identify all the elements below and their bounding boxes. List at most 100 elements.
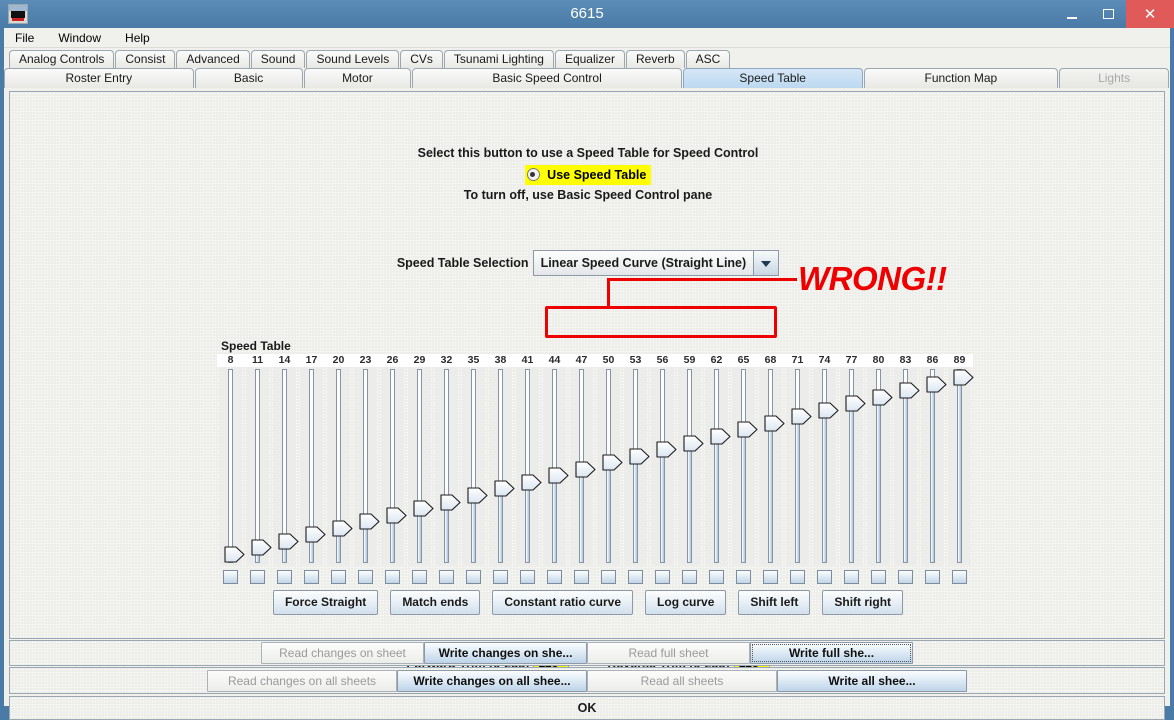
tab-basic[interactable]: Basic <box>195 68 303 88</box>
speed-step-checkbox[interactable] <box>466 570 481 584</box>
button-write-changes-on-all-shee[interactable]: Write changes on all shee... <box>397 670 587 692</box>
slider-thumb[interactable] <box>926 376 947 393</box>
slider-thumb[interactable] <box>305 526 326 543</box>
slider-thumb[interactable] <box>251 539 272 556</box>
button-write-all-shee[interactable]: Write all shee... <box>777 670 967 692</box>
speed-step-checkbox[interactable] <box>817 570 832 584</box>
slider-thumb[interactable] <box>494 480 515 497</box>
speed-step-checkbox[interactable] <box>412 570 427 584</box>
slider-thumb[interactable] <box>710 428 731 445</box>
speed-step-checkbox[interactable] <box>493 570 508 584</box>
slider-thumb[interactable] <box>278 533 299 550</box>
slider-thumb[interactable] <box>575 461 596 478</box>
tab-sound-levels[interactable]: Sound Levels <box>306 50 399 68</box>
tab-advanced[interactable]: Advanced <box>176 50 249 68</box>
slider-thumb[interactable] <box>953 369 974 386</box>
tab-reverb[interactable]: Reverb <box>626 50 685 68</box>
speed-step-checkbox[interactable] <box>898 570 913 584</box>
speed-table-selection-dropdown[interactable]: Linear Speed Curve (Straight Line) <box>533 250 780 276</box>
speed-step-checkbox[interactable] <box>844 570 859 584</box>
speed-step-checkbox[interactable] <box>250 570 265 584</box>
curve-button-log-curve[interactable]: Log curve <box>645 590 726 615</box>
speed-step-checkbox[interactable] <box>628 570 643 584</box>
maximize-button[interactable] <box>1090 0 1126 28</box>
slider-thumb[interactable] <box>737 421 758 438</box>
slider-thumb[interactable] <box>764 415 785 432</box>
slider-thumb[interactable] <box>386 507 407 524</box>
speed-step-checkbox[interactable] <box>358 570 373 584</box>
speed-step-checkbox[interactable] <box>655 570 670 584</box>
slider-thumb[interactable] <box>359 513 380 530</box>
slider-thumb[interactable] <box>656 441 677 458</box>
slider-thumb[interactable] <box>872 389 893 406</box>
tab-basic-speed-control[interactable]: Basic Speed Control <box>412 68 682 88</box>
speed-step-value-label: 50 <box>595 354 622 367</box>
tab-consist[interactable]: Consist <box>115 50 175 68</box>
slider-thumb[interactable] <box>845 395 866 412</box>
slider-thumb[interactable] <box>602 454 623 471</box>
speed-step-checkbox[interactable] <box>790 570 805 584</box>
close-icon[interactable]: ✕ <box>1126 0 1174 28</box>
use-speed-table-radio[interactable]: Use Speed Table <box>525 165 652 185</box>
button-write-full-she[interactable]: Write full she... <box>750 642 913 664</box>
slider-track[interactable] <box>255 369 260 563</box>
speed-step-checkbox[interactable] <box>736 570 751 584</box>
tab-analog-controls[interactable]: Analog Controls <box>9 50 114 68</box>
slider-thumb[interactable] <box>413 500 434 517</box>
speed-step-checkbox[interactable] <box>709 570 724 584</box>
speed-step-value-label: 68 <box>757 354 784 367</box>
speed-step-checkbox[interactable] <box>574 570 589 584</box>
curve-button-force-straight[interactable]: Force Straight <box>273 590 378 615</box>
slider-track[interactable] <box>228 369 233 563</box>
tab-asc[interactable]: ASC <box>686 50 731 68</box>
speed-step-column: 35 <box>460 354 487 590</box>
speed-step-checkbox[interactable] <box>277 570 292 584</box>
speed-step-checkbox[interactable] <box>871 570 886 584</box>
speed-step-checkbox[interactable] <box>952 570 967 584</box>
button-write-changes-on-she[interactable]: Write changes on she... <box>424 642 587 664</box>
minimize-button[interactable] <box>1054 0 1090 28</box>
speed-step-checkbox[interactable] <box>223 570 238 584</box>
tab-function-map[interactable]: Function Map <box>864 68 1059 88</box>
chevron-down-icon[interactable] <box>753 251 778 275</box>
curve-button-shift-left[interactable]: Shift left <box>738 590 810 615</box>
speed-step-checkbox[interactable] <box>763 570 778 584</box>
slider-thumb[interactable] <box>791 408 812 425</box>
slider-thumb[interactable] <box>467 487 488 504</box>
title-bar: 6615 ✕ <box>0 0 1174 28</box>
curve-button-shift-right[interactable]: Shift right <box>822 590 903 615</box>
slider-thumb[interactable] <box>683 435 704 452</box>
curve-button-constant-ratio-curve[interactable]: Constant ratio curve <box>492 590 633 615</box>
curve-button-match-ends[interactable]: Match ends <box>390 590 480 615</box>
tab-tsunami-lighting[interactable]: Tsunami Lighting <box>444 50 554 68</box>
slider-thumb[interactable] <box>224 546 245 563</box>
speed-step-checkbox[interactable] <box>682 570 697 584</box>
speed-step-checkbox[interactable] <box>304 570 319 584</box>
slider-thumb[interactable] <box>332 520 353 537</box>
speed-step-checkbox[interactable] <box>520 570 535 584</box>
speed-step-checkbox[interactable] <box>385 570 400 584</box>
tab-roster-entry[interactable]: Roster Entry <box>4 68 194 88</box>
button-read-changes-on-sheet: Read changes on sheet <box>261 642 424 664</box>
speed-step-checkbox[interactable] <box>601 570 616 584</box>
slider-thumb[interactable] <box>818 402 839 419</box>
speed-step-checkbox[interactable] <box>331 570 346 584</box>
slider-thumb[interactable] <box>548 467 569 484</box>
menu-item-file[interactable]: File <box>12 29 37 47</box>
slider-thumb[interactable] <box>440 494 461 511</box>
speed-step-value-label: 59 <box>676 354 703 367</box>
slider-thumb[interactable] <box>521 474 542 491</box>
tab-cvs[interactable]: CVs <box>400 50 443 68</box>
speed-step-checkbox[interactable] <box>547 570 562 584</box>
tab-motor[interactable]: Motor <box>304 68 412 88</box>
tab-sound[interactable]: Sound <box>251 50 306 68</box>
tab-speed-table[interactable]: Speed Table <box>683 68 863 88</box>
slider-thumb[interactable] <box>629 448 650 465</box>
slider-thumb[interactable] <box>899 382 920 399</box>
menu-item-window[interactable]: Window <box>55 29 104 47</box>
speed-step-checkbox[interactable] <box>439 570 454 584</box>
speed-step-column: 56 <box>649 354 676 590</box>
menu-item-help[interactable]: Help <box>122 29 153 47</box>
speed-step-checkbox[interactable] <box>925 570 940 584</box>
tab-equalizer[interactable]: Equalizer <box>555 50 625 68</box>
